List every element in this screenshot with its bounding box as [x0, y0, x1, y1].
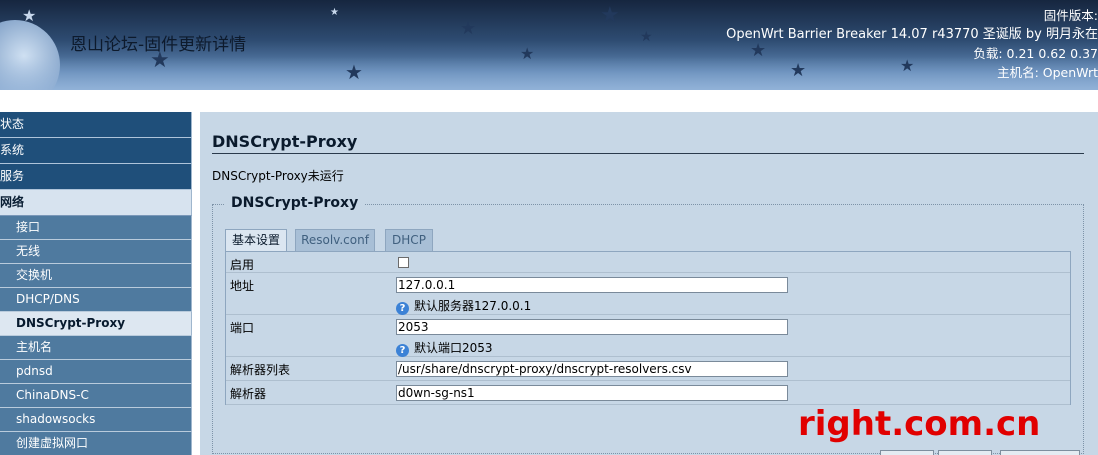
star-decoration: ★	[460, 18, 477, 39]
bottom-button[interactable]	[880, 450, 934, 455]
resolver-list-input[interactable]: /usr/share/dnscrypt-proxy/dnscrypt-resol…	[396, 361, 788, 377]
star-decoration: ★	[22, 6, 37, 25]
address-input[interactable]: 127.0.0.1	[396, 277, 788, 293]
resolver-list-label: 解析器列表	[230, 363, 291, 377]
help-icon: ?	[396, 344, 409, 357]
submenu-interfaces[interactable]: 接口	[0, 216, 192, 240]
bottom-button[interactable]	[1000, 450, 1080, 455]
port-help: ? 默认端口2053	[396, 339, 493, 357]
star-decoration: ★	[330, 7, 339, 18]
address-label: 地址	[230, 279, 255, 293]
submenu-dnscrypt-proxy[interactable]: DNSCrypt-Proxy	[0, 312, 192, 336]
title-divider	[212, 153, 1084, 154]
submenu-wireless[interactable]: 无线	[0, 240, 192, 264]
system-info: 固件版本: OpenWrt Barrier Breaker 14.07 r437…	[678, 6, 1098, 82]
help-icon: ?	[396, 302, 409, 315]
site-title: 恩山论坛-固件更新详情	[70, 35, 247, 55]
firmware-version: OpenWrt Barrier Breaker 14.07 r43770 圣诞版…	[726, 27, 1098, 42]
form-row-address: 地址 127.0.0.1 ? 默认服务器127.0.0.1	[226, 273, 1070, 315]
submenu-pdnsd[interactable]: pdnsd	[0, 360, 192, 384]
submenu-dhcp-dns[interactable]: DHCP/DNS	[0, 288, 192, 312]
submenu-hostnames[interactable]: 主机名	[0, 336, 192, 360]
address-help: ? 默认服务器127.0.0.1	[396, 297, 531, 315]
star-decoration: ★	[520, 44, 535, 63]
port-input[interactable]: 2053	[396, 319, 788, 335]
tab-resolv-conf[interactable]: Resolv.conf	[295, 229, 375, 251]
tab-basic-settings[interactable]: 基本设置	[225, 229, 287, 251]
page-title: DNSCrypt-Proxy	[212, 132, 358, 151]
submenu-virtual-interface[interactable]: 创建虚拟网口	[0, 432, 192, 455]
form-row-enable: 启用	[226, 252, 1070, 273]
enable-checkbox[interactable]	[398, 257, 409, 268]
tab-dhcp[interactable]: DHCP	[385, 229, 433, 251]
star-decoration: ★	[640, 29, 653, 45]
bottom-button[interactable]	[938, 450, 992, 455]
section-legend: DNSCrypt-Proxy	[225, 195, 365, 211]
settings-form: 启用 地址 127.0.0.1 ? 默认服务器127.0.0.1 端口 2053 …	[225, 251, 1071, 405]
enable-label: 启用	[230, 258, 255, 272]
form-row-port: 端口 2053 ? 默认端口2053	[226, 315, 1070, 357]
watermark-text: right.com.cn	[798, 404, 1041, 444]
submenu-switch[interactable]: 交换机	[0, 264, 192, 288]
service-status: DNSCrypt-Proxy未运行	[212, 169, 344, 183]
address-help-text: 默认服务器127.0.0.1	[414, 299, 532, 313]
port-label: 端口	[230, 321, 255, 335]
load-average: 负载: 0.21 0.62 0.37	[973, 46, 1098, 61]
star-decoration: ★	[345, 60, 363, 84]
resolver-label: 解析器	[230, 387, 267, 401]
form-row-resolver-list: 解析器列表 /usr/share/dnscrypt-proxy/dnscrypt…	[226, 357, 1070, 381]
resolver-input[interactable]: d0wn-sg-ns1	[396, 385, 788, 401]
menu-status[interactable]: 状态	[0, 112, 192, 138]
hostname: 主机名: OpenWrt	[997, 65, 1098, 80]
bottom-buttons	[880, 450, 1098, 455]
firmware-label: 固件版本:	[1043, 8, 1098, 23]
star-decoration: ★	[600, 3, 620, 28]
menu-network[interactable]: 网络	[0, 190, 192, 216]
menu-services[interactable]: 服务	[0, 164, 192, 190]
form-row-resolver: 解析器 d0wn-sg-ns1	[226, 381, 1070, 405]
menu-system[interactable]: 系统	[0, 138, 192, 164]
header-banner: ★ ★ ★ ★ ★ ★ ★ ★ ★ ★ ★ 恩山论坛-固件更新详情 固件版本: …	[0, 0, 1098, 90]
submenu-shadowsocks[interactable]: shadowsocks	[0, 408, 192, 432]
submenu-chinadns[interactable]: ChinaDNS-C	[0, 384, 192, 408]
sidebar-menu: 状态 系统 服务 网络 接口 无线 交换机 DHCP/DNS DNSCrypt-…	[0, 112, 192, 455]
port-help-text: 默认端口2053	[414, 341, 493, 355]
